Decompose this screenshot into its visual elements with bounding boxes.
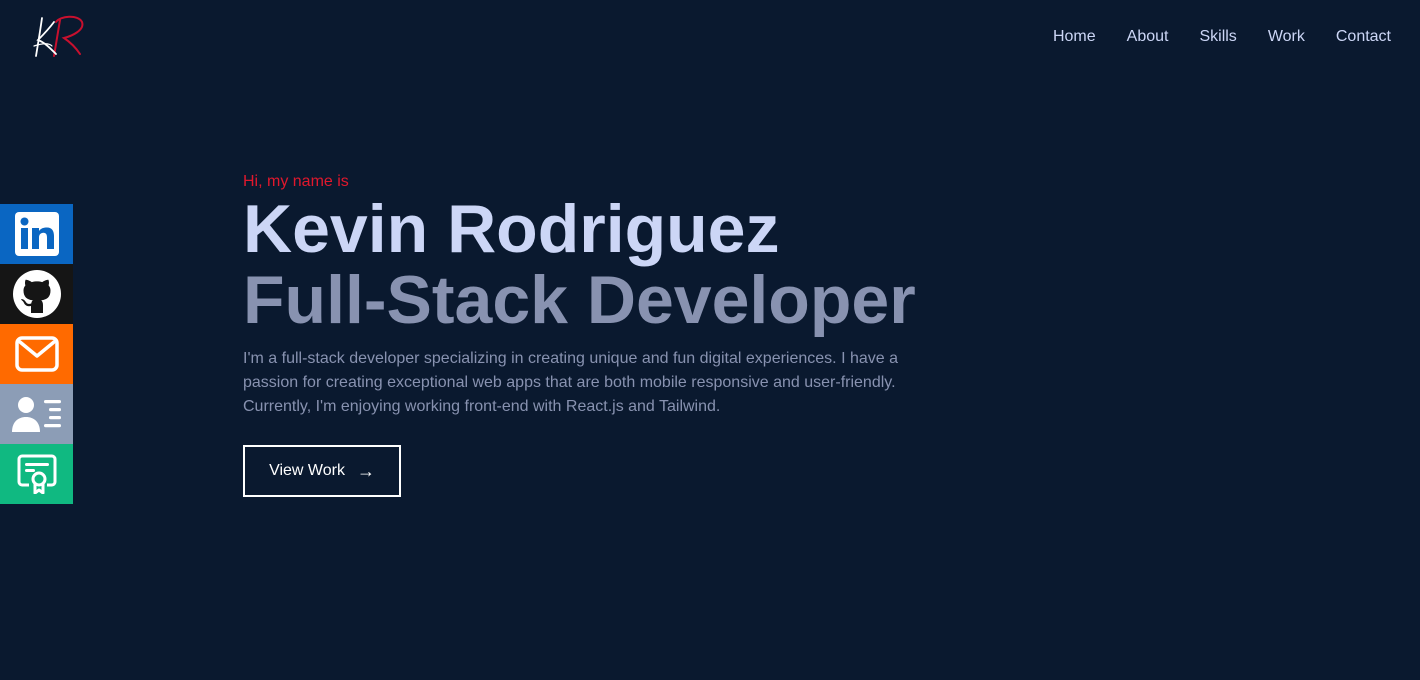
hero-name: Kevin Rodriguez [243,191,780,267]
view-work-label: View Work [269,462,345,479]
nav-item-work[interactable]: Work [1268,26,1305,48]
hero-section: Hi, my name is Kevin Rodriguez Full-Stac… [243,171,1003,497]
social-email-link[interactable] [0,324,73,384]
social-resume-link[interactable] [0,384,73,444]
nav-item-skills[interactable]: Skills [1199,26,1236,48]
arrow-right-icon: → [356,461,375,481]
social-certificate-link[interactable] [0,444,73,504]
social-github-link[interactable] [0,264,73,324]
resume-icon [11,397,61,432]
certificate-icon [17,454,56,494]
github-icon [12,270,61,318]
main-nav: Home About Skills Work Contact [1053,26,1391,48]
view-work-button[interactable]: View Work → [243,445,401,497]
nav-item-contact[interactable]: Contact [1336,26,1391,48]
logo[interactable] [30,12,88,62]
hero-description: I'm a full-stack developer specializing … [243,350,898,415]
social-linkedin-link[interactable] [0,204,73,264]
hero-greeting: Hi, my name is [243,173,349,190]
hero-role: Full-Stack Developer [243,262,916,338]
nav-item-about[interactable]: About [1127,26,1169,48]
logo-mark [33,15,84,57]
nav-item-home[interactable]: Home [1053,26,1096,48]
email-icon [14,336,59,372]
linkedin-icon [14,212,59,256]
social-sidebar [0,204,73,504]
